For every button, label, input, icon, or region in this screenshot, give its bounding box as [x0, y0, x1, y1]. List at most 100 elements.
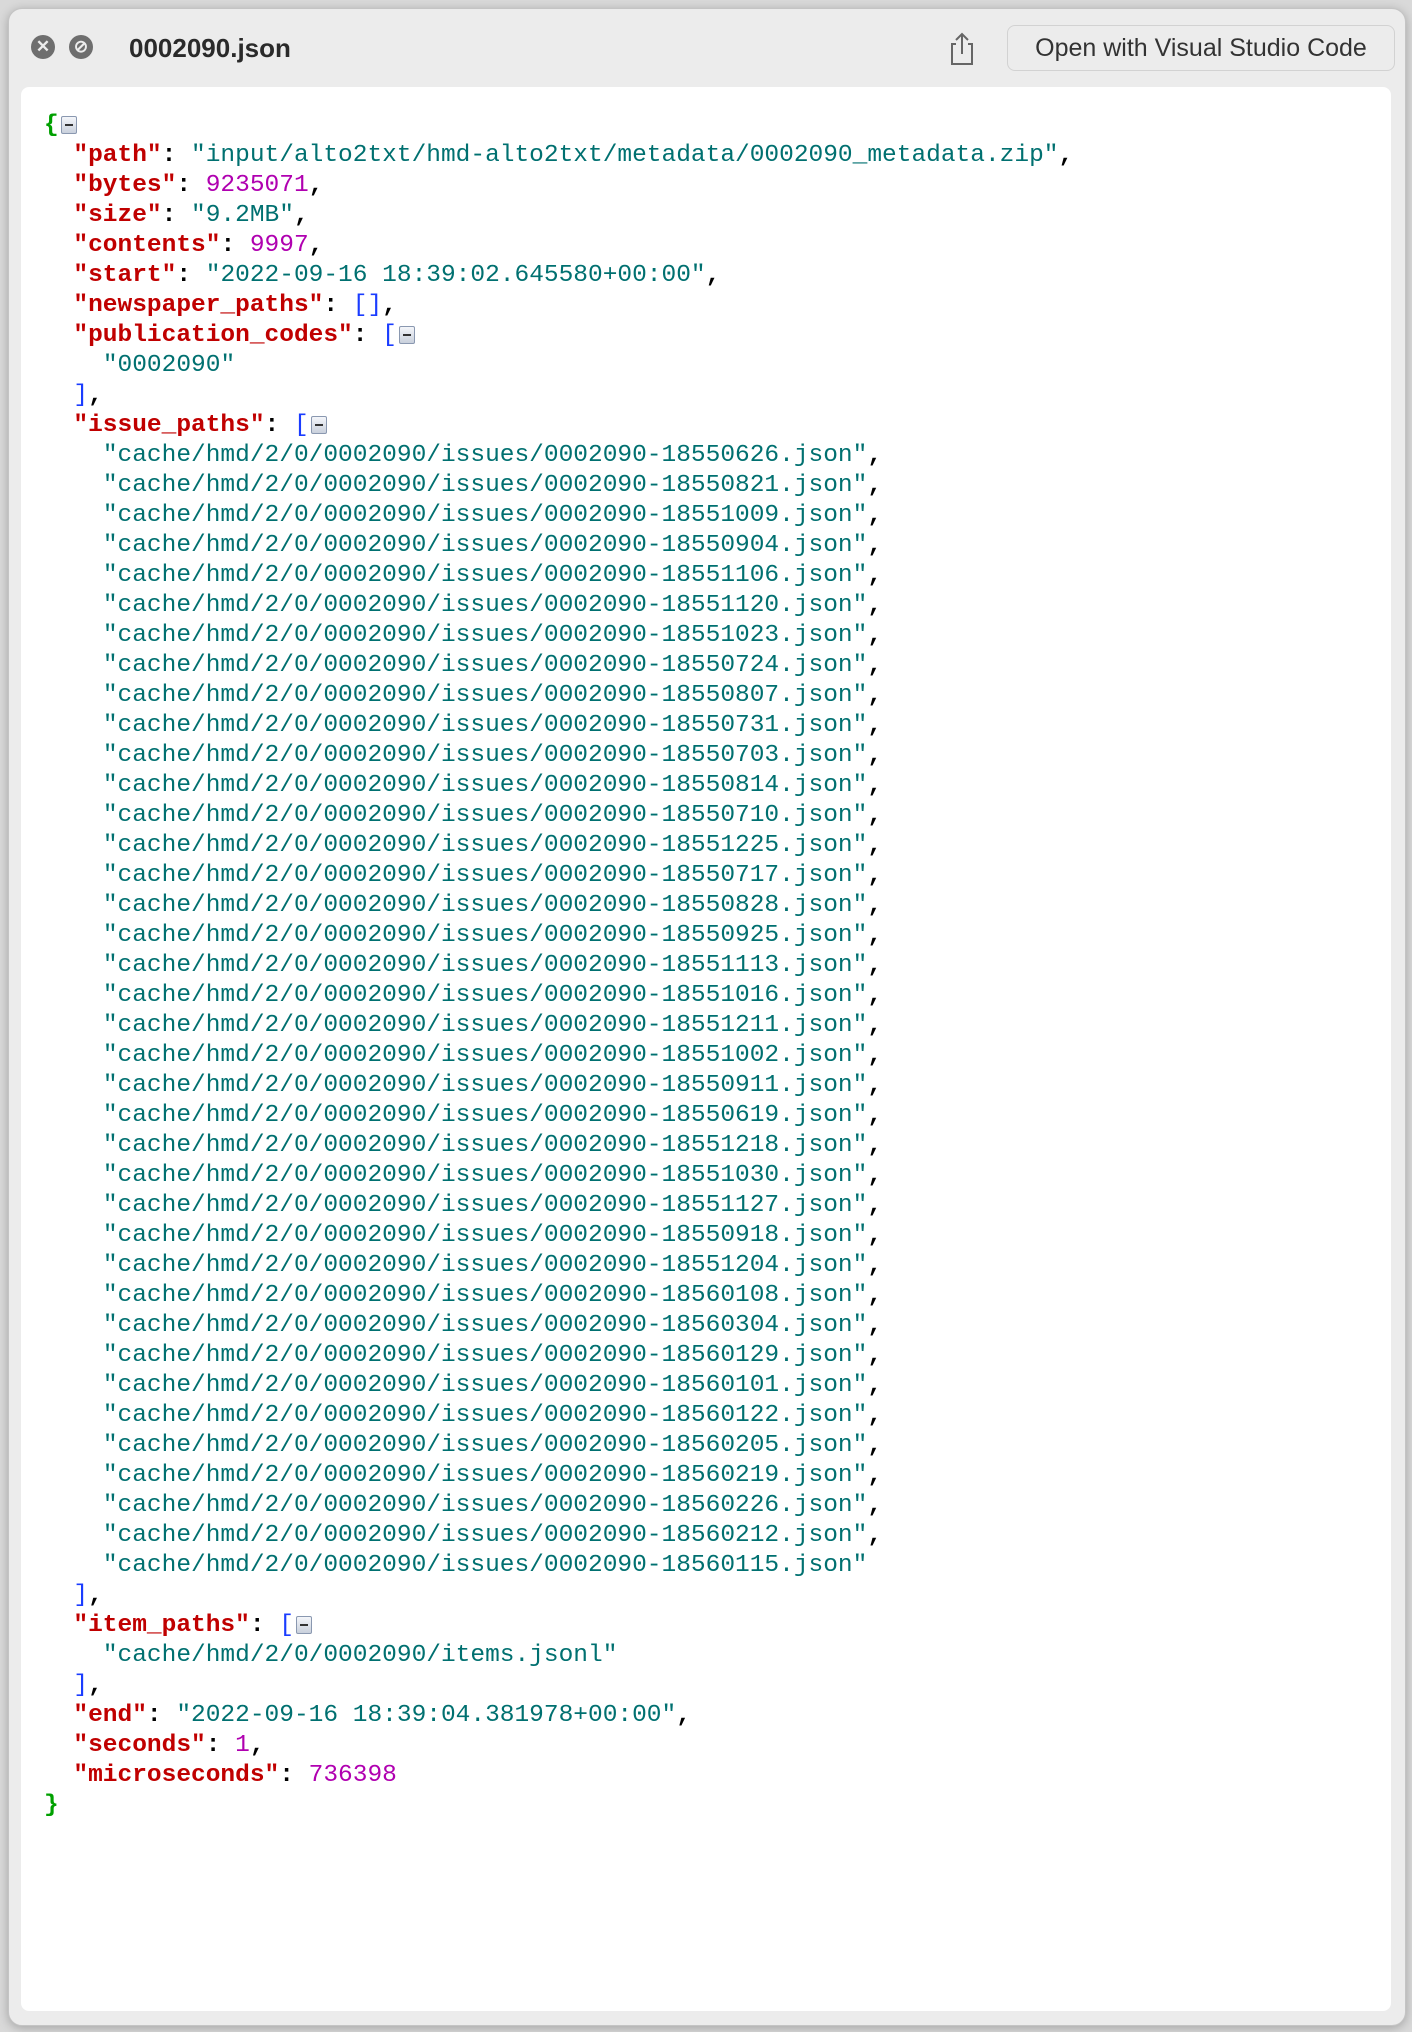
json-field-contents: "contents": 9997,: [73, 232, 324, 259]
json-array-item: "cache/hmd/2/0/0002090/issues/0002090-18…: [102, 892, 883, 919]
json-field-end: "end": "2022-09-16 18:39:04.381978+00:00…: [73, 1702, 691, 1729]
json-string-value: "cache/hmd/2/0/0002090/issues/0002090-18…: [102, 1492, 868, 1519]
json-array-item: "cache/hmd/2/0/0002090/items.jsonl": [44, 1641, 1073, 1671]
json-key: "bytes": [73, 172, 177, 199]
title-bar: ✕ ⊘ 0002090.json Open with Visual Studio…: [9, 9, 1405, 87]
json-array-close: ],: [73, 382, 103, 409]
open-with-vscode-button[interactable]: Open with Visual Studio Code: [1007, 25, 1395, 71]
json-string-value: "cache/hmd/2/0/0002090/issues/0002090-18…: [102, 892, 868, 919]
window-title: 0002090.json: [129, 33, 291, 63]
json-field-issue_paths: "issue_paths": [: [44, 411, 1073, 441]
json-array-item: "cache/hmd/2/0/0002090/issues/0002090-18…: [102, 952, 883, 979]
json-array-close: ],: [73, 1672, 103, 1699]
json-array-item: "cache/hmd/2/0/0002090/issues/0002090-18…: [102, 472, 883, 499]
json-string-value: "cache/hmd/2/0/0002090/issues/0002090-18…: [102, 1342, 868, 1369]
json-field-path: "path": "input/alto2txt/hmd-alto2txt/met…: [73, 142, 1074, 169]
json-root-close: }: [44, 1791, 1073, 1821]
json-array-item: "cache/hmd/2/0/0002090/issues/0002090-18…: [102, 772, 883, 799]
json-number-value: 9235071: [205, 172, 309, 199]
json-string-value: "cache/hmd/2/0/0002090/issues/0002090-18…: [102, 652, 868, 679]
json-array-item: "cache/hmd/2/0/0002090/issues/0002090-18…: [102, 712, 883, 739]
collapse-issue_paths-toggle-icon[interactable]: [310, 415, 327, 434]
json-string-value: "cache/hmd/2/0/0002090/issues/0002090-18…: [102, 742, 868, 769]
json-tree: { "path": "input/alto2txt/hmd-alto2txt/m…: [44, 111, 1073, 1821]
json-array-item: "cache/hmd/2/0/0002090/issues/0002090-18…: [102, 442, 883, 469]
json-array-item: "cache/hmd/2/0/0002090/issues/0002090-18…: [102, 802, 883, 829]
json-array-item: "cache/hmd/2/0/0002090/issues/0002090-18…: [102, 1192, 883, 1219]
json-key: "issue_paths": [73, 412, 265, 439]
json-array-item: "cache/hmd/2/0/0002090/issues/0002090-18…: [102, 1432, 883, 1459]
json-field-publication_codes: "publication_codes": [: [44, 321, 1073, 351]
json-field-microseconds: "microseconds": 736398: [73, 1762, 397, 1789]
json-key: "contents": [73, 232, 221, 259]
json-string-value: "cache/hmd/2/0/0002090/issues/0002090-18…: [102, 712, 868, 739]
json-key: "path": [73, 142, 162, 169]
json-string-value: "cache/hmd/2/0/0002090/issues/0002090-18…: [102, 862, 868, 889]
json-number-value: 736398: [308, 1762, 397, 1789]
json-string-value: "cache/hmd/2/0/0002090/issues/0002090-18…: [102, 922, 868, 949]
json-array-item: "cache/hmd/2/0/0002090/issues/0002090-18…: [102, 742, 883, 769]
json-string-value: "cache/hmd/2/0/0002090/issues/0002090-18…: [102, 442, 868, 469]
json-field-start: "start": "2022-09-16 18:39:02.645580+00:…: [73, 262, 721, 289]
json-key: "newspaper_paths": [73, 292, 324, 319]
json-array-item: "cache/hmd/2/0/0002090/issues/0002090-18…: [102, 1522, 883, 1549]
json-array-item: "cache/hmd/2/0/0002090/issues/0002090-18…: [102, 652, 883, 679]
json-number-value: 9997: [249, 232, 309, 259]
json-string-value: "cache/hmd/2/0/0002090/issues/0002090-18…: [102, 1522, 868, 1549]
json-string-value: "cache/hmd/2/0/0002090/issues/0002090-18…: [102, 1402, 868, 1429]
collapse-root-toggle-icon[interactable]: [60, 115, 77, 134]
no-entry-icon[interactable]: ⊘: [69, 35, 93, 59]
json-string-value: "2022-09-16 18:39:04.381978+00:00": [176, 1702, 677, 1729]
json-string-value: "cache/hmd/2/0/0002090/issues/0002090-18…: [102, 1192, 868, 1219]
json-string-value: "cache/hmd/2/0/0002090/issues/0002090-18…: [102, 1252, 868, 1279]
json-array-item: "0002090": [44, 351, 1073, 381]
json-array-item: "cache/hmd/2/0/0002090/issues/0002090-18…: [102, 532, 883, 559]
json-key: "seconds": [73, 1732, 206, 1759]
json-array-item: "cache/hmd/2/0/0002090/issues/0002090-18…: [102, 562, 883, 589]
json-string-value: "cache/hmd/2/0/0002090/issues/0002090-18…: [102, 472, 868, 499]
json-array-item: "cache/hmd/2/0/0002090/issues/0002090-18…: [102, 832, 883, 859]
collapse-item_paths-toggle-icon[interactable]: [295, 1615, 312, 1634]
json-field-seconds: "seconds": 1,: [73, 1732, 265, 1759]
json-array-item: "cache/hmd/2/0/0002090/issues/0002090-18…: [102, 1222, 883, 1249]
json-array-item: "cache/hmd/2/0/0002090/issues/0002090-18…: [102, 502, 883, 529]
json-string-value: "2022-09-16 18:39:02.645580+00:00": [205, 262, 706, 289]
open-brace: {: [44, 112, 59, 139]
json-string-value: "cache/hmd/2/0/0002090/issues/0002090-18…: [102, 502, 868, 529]
json-key: "start": [73, 262, 177, 289]
json-array-item: "cache/hmd/2/0/0002090/issues/0002090-18…: [102, 592, 883, 619]
json-string-value: "cache/hmd/2/0/0002090/issues/0002090-18…: [102, 1312, 868, 1339]
json-string-value: "cache/hmd/2/0/0002090/issues/0002090-18…: [102, 1162, 868, 1189]
json-key: "microseconds": [73, 1762, 280, 1789]
json-string-value: "cache/hmd/2/0/0002090/issues/0002090-18…: [102, 1462, 868, 1489]
close-circle-icon[interactable]: ✕: [31, 35, 55, 59]
json-string-value: "cache/hmd/2/0/0002090/issues/0002090-18…: [102, 1432, 868, 1459]
json-string-value: "0002090": [102, 352, 236, 379]
json-content-panel: { "path": "input/alto2txt/hmd-alto2txt/m…: [21, 87, 1391, 2011]
json-number-value: 1: [235, 1732, 250, 1759]
json-array-item: "cache/hmd/2/0/0002090/issues/0002090-18…: [102, 1072, 883, 1099]
json-string-value: "cache/hmd/2/0/0002090/issues/0002090-18…: [102, 982, 868, 1009]
json-array-item: "cache/hmd/2/0/0002090/issues/0002090-18…: [102, 1492, 883, 1519]
json-field-newspaper-paths: "newspaper_paths": [],: [73, 292, 397, 319]
json-array-item: "cache/hmd/2/0/0002090/issues/0002090-18…: [102, 922, 883, 949]
json-string-value: "cache/hmd/2/0/0002090/issues/0002090-18…: [102, 1102, 868, 1129]
json-string-value: "cache/hmd/2/0/0002090/items.jsonl": [102, 1642, 618, 1669]
json-string-value: "cache/hmd/2/0/0002090/issues/0002090-18…: [102, 682, 868, 709]
json-array-item: "cache/hmd/2/0/0002090/issues/0002090-18…: [102, 1042, 883, 1069]
json-string-value: "9.2MB": [191, 202, 294, 229]
json-array-item: "cache/hmd/2/0/0002090/issues/0002090-18…: [102, 862, 883, 889]
json-string-value: "cache/hmd/2/0/0002090/issues/0002090-18…: [102, 562, 868, 589]
share-icon[interactable]: [947, 31, 977, 67]
json-field-bytes: "bytes": 9235071,: [73, 172, 324, 199]
json-array-close: ],: [73, 1582, 103, 1609]
json-field-size: "size": "9.2MB",: [73, 202, 309, 229]
collapse-publication_codes-toggle-icon[interactable]: [398, 325, 415, 344]
json-array-item: "cache/hmd/2/0/0002090/issues/0002090-18…: [102, 1282, 883, 1309]
json-key: "end": [73, 1702, 147, 1729]
json-viewer-window: ✕ ⊘ 0002090.json Open with Visual Studio…: [8, 8, 1406, 2026]
json-string-value: "cache/hmd/2/0/0002090/issues/0002090-18…: [102, 1072, 868, 1099]
json-field-item_paths: "item_paths": [: [44, 1611, 1073, 1641]
json-string-value: "cache/hmd/2/0/0002090/issues/0002090-18…: [102, 1132, 868, 1159]
json-array-item: "cache/hmd/2/0/0002090/issues/0002090-18…: [102, 1132, 883, 1159]
